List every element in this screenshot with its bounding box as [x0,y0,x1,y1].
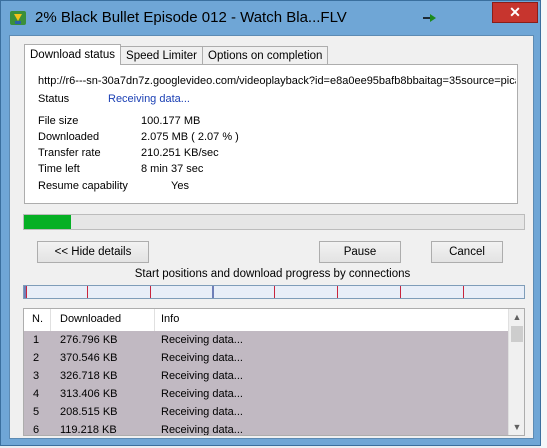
row-downloaded: 208.515 KB [60,406,118,418]
row-info: Receiving data... [161,352,243,364]
row-number: 2 [33,352,40,364]
minimize-to-tray-icon[interactable] [422,12,438,24]
table-body: 1 276.796 KB Receiving data... 2 370.546… [24,331,508,436]
row-downloaded: 326.718 KB [60,370,118,382]
resume-capability-label: Resume capability [38,180,128,192]
downloaded-value: 2.075 MB ( 2.07 % ) [141,131,239,143]
row-downloaded: 119.218 KB [60,424,117,436]
connection-start-5 [274,286,275,298]
file-size-label: File size [38,115,79,127]
connection-start-1 [26,286,27,298]
connections-table: N. Downloaded Info 1 276.796 KB Receivin… [23,308,525,436]
table-header: N. Downloaded Info [24,309,508,332]
table-row[interactable]: 5 208.515 KB Receiving data... [24,403,508,421]
title-bar[interactable]: 2% Black Bullet Episode 012 - Watch Bla.… [1,1,540,35]
row-info: Receiving data... [161,406,243,418]
scroll-thumb[interactable] [511,326,523,342]
table-row[interactable]: 1 276.796 KB Receiving data... [24,331,508,349]
idm-app-icon [10,11,26,25]
row-info: Receiving data... [161,424,243,436]
download-progress-bar [23,214,525,230]
status-value: Receiving data... [108,93,190,105]
file-size-value: 100.177 MB [141,115,201,127]
download-url: http://r6---sn-30a7dn7z.googlevideo.com/… [38,75,516,87]
window-title: 2% Black Bullet Episode 012 - Watch Bla.… [35,9,347,26]
tab-strip: Download status Speed Limiter Options on… [24,44,329,65]
transfer-rate-value: 210.251 KB/sec [141,147,219,159]
dialog-body: Download status Speed Limiter Options on… [9,35,534,439]
column-divider[interactable] [154,309,155,331]
connections-progress-bar [23,285,525,299]
row-info: Receiving data... [161,370,243,382]
table-row[interactable]: 3 326.718 KB Receiving data... [24,367,508,385]
download-status-panel: http://r6---sn-30a7dn7z.googlevideo.com/… [24,64,518,204]
connection-start-7 [400,286,401,298]
connection-start-2 [87,286,88,298]
row-downloaded: 370.546 KB [60,352,118,364]
table-scrollbar[interactable]: ▲ ▼ [508,309,524,435]
row-number: 1 [33,334,40,346]
scroll-down-icon[interactable]: ▼ [509,419,524,435]
close-button[interactable]: ✕ [492,2,538,23]
row-number: 6 [33,424,40,436]
hide-details-button[interactable]: << Hide details [37,241,149,263]
row-info: Receiving data... [161,388,243,400]
progress-fill [24,215,71,229]
table-row[interactable]: 2 370.546 KB Receiving data... [24,349,508,367]
column-divider[interactable] [50,309,51,331]
tab-speed-limiter[interactable]: Speed Limiter [120,46,203,65]
connections-caption: Start positions and download progress by… [134,268,411,280]
column-header-downloaded[interactable]: Downloaded [60,313,121,325]
transfer-rate-label: Transfer rate [38,147,101,159]
time-left-value: 8 min 37 sec [141,163,204,175]
pause-button[interactable]: Pause [319,241,401,263]
row-number: 4 [33,388,40,400]
scroll-up-icon[interactable]: ▲ [509,309,524,325]
row-number: 3 [33,370,40,382]
table-row[interactable]: 4 313.406 KB Receiving data... [24,385,508,403]
connection-start-8 [463,286,464,298]
table-row[interactable]: 6 119.218 KB Receiving data... [24,421,508,436]
time-left-label: Time left [38,163,80,175]
row-info: Receiving data... [161,334,243,346]
resume-capability-value: Yes [171,180,189,192]
background-app [540,0,547,448]
column-header-info[interactable]: Info [161,313,179,325]
connection-start-3 [150,286,151,298]
connection-progress-4 [212,286,214,298]
row-downloaded: 313.406 KB [60,388,118,400]
tab-download-status[interactable]: Download status [24,44,122,65]
download-dialog: 2% Black Bullet Episode 012 - Watch Bla.… [0,0,541,446]
downloaded-label: Downloaded [38,131,100,143]
row-number: 5 [33,406,40,418]
cancel-button[interactable]: Cancel [431,241,503,263]
status-label: Status [38,93,70,105]
tab-options-on-completion[interactable]: Options on completion [202,46,329,65]
column-header-n[interactable]: N. [32,313,43,325]
connection-start-6 [337,286,338,298]
row-downloaded: 276.796 KB [60,334,118,346]
